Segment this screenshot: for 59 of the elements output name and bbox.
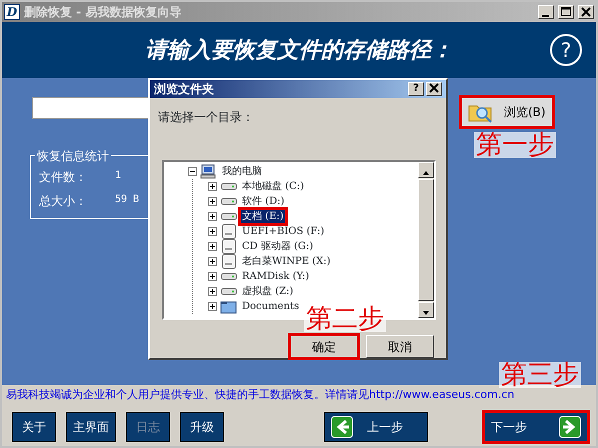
dialog-prompt: 请选择一个目录： <box>158 109 254 126</box>
page-heading: 请输入要恢复文件的存储路径： <box>145 36 453 64</box>
drive-icon <box>220 273 236 280</box>
stat-label: 文件数： <box>39 169 87 186</box>
removable-drive-icon <box>222 224 236 239</box>
drive-icon <box>220 183 236 190</box>
tree-item[interactable]: 文档 (E:) <box>240 209 286 224</box>
stat-label: 总大小： <box>39 193 87 210</box>
expand-icon[interactable] <box>208 287 217 296</box>
nav-button[interactable]: 升级 <box>180 412 224 442</box>
window-title: 删除恢复 - 易我数据恢复向导 <box>24 4 182 21</box>
removable-drive-icon <box>222 239 236 254</box>
tree-item[interactable]: 本地磁盘 (C:) <box>240 179 306 194</box>
expand-icon[interactable] <box>208 272 217 281</box>
removable-drive-icon <box>222 254 236 269</box>
help-button[interactable]: ? <box>550 34 582 66</box>
close-icon[interactable] <box>579 6 593 18</box>
maximize-icon[interactable] <box>559 6 573 18</box>
tree-item[interactable]: 老白菜WINPE (X:) <box>240 254 332 269</box>
step-annotation: 第三步 <box>499 362 581 388</box>
tree-item[interactable]: RAMDisk (Y:) <box>240 269 312 284</box>
expand-icon[interactable] <box>208 257 217 266</box>
tree-item[interactable]: CD 驱动器 (G:) <box>240 239 316 254</box>
drive-icon <box>220 288 236 295</box>
tree-item[interactable]: UEFI+BIOS (F:) <box>240 224 326 239</box>
footer-notice: 易我科技竭诚为企业和个人用户提供专业、快捷的手工数据恢复。详情请见http://www.easeus.com.cn <box>5 387 516 403</box>
scroll-thumb[interactable] <box>418 179 434 301</box>
computer-icon <box>200 164 217 180</box>
browse-button[interactable]: 浏览(B) <box>461 97 553 127</box>
drive-icon <box>220 198 236 205</box>
step-annotation: 第二步 <box>304 306 386 332</box>
previous-button[interactable]: 上一步 <box>324 412 428 442</box>
expand-icon[interactable] <box>208 182 217 191</box>
step-annotation: 第一步 <box>474 132 556 158</box>
help-button[interactable]: ? <box>408 82 424 96</box>
stats-title: 恢复信息统计 <box>35 147 111 165</box>
close-icon[interactable] <box>428 83 440 94</box>
tree-item[interactable]: 软件 (D:) <box>240 194 286 209</box>
expand-icon[interactable] <box>208 302 217 311</box>
scrollbar[interactable] <box>418 162 434 318</box>
app-icon: D <box>4 4 20 20</box>
nav-button[interactable]: 主界面 <box>66 412 116 442</box>
tree-item[interactable]: Documents <box>240 299 302 314</box>
dialog-button[interactable]: 取消 <box>366 335 434 358</box>
next-button[interactable]: 下一步 <box>484 412 588 442</box>
collapse-icon[interactable] <box>188 167 197 176</box>
tree-item[interactable]: 虚拟盘 (Z:) <box>240 284 296 299</box>
stat-value: 59 B <box>115 193 140 207</box>
expand-icon[interactable] <box>208 212 217 221</box>
expand-icon[interactable] <box>208 197 217 206</box>
tree-item[interactable]: 我的电脑 <box>220 164 264 179</box>
stat-value: 1 <box>115 169 122 183</box>
dialog-title: 浏览文件夹 <box>154 81 215 98</box>
dialog-button[interactable]: 确定 <box>290 335 358 358</box>
nav-button[interactable]: 关于 <box>12 412 56 442</box>
drive-icon <box>220 213 236 220</box>
folder-icon <box>220 298 237 314</box>
expand-icon[interactable] <box>208 227 217 236</box>
expand-icon[interactable] <box>208 242 217 251</box>
